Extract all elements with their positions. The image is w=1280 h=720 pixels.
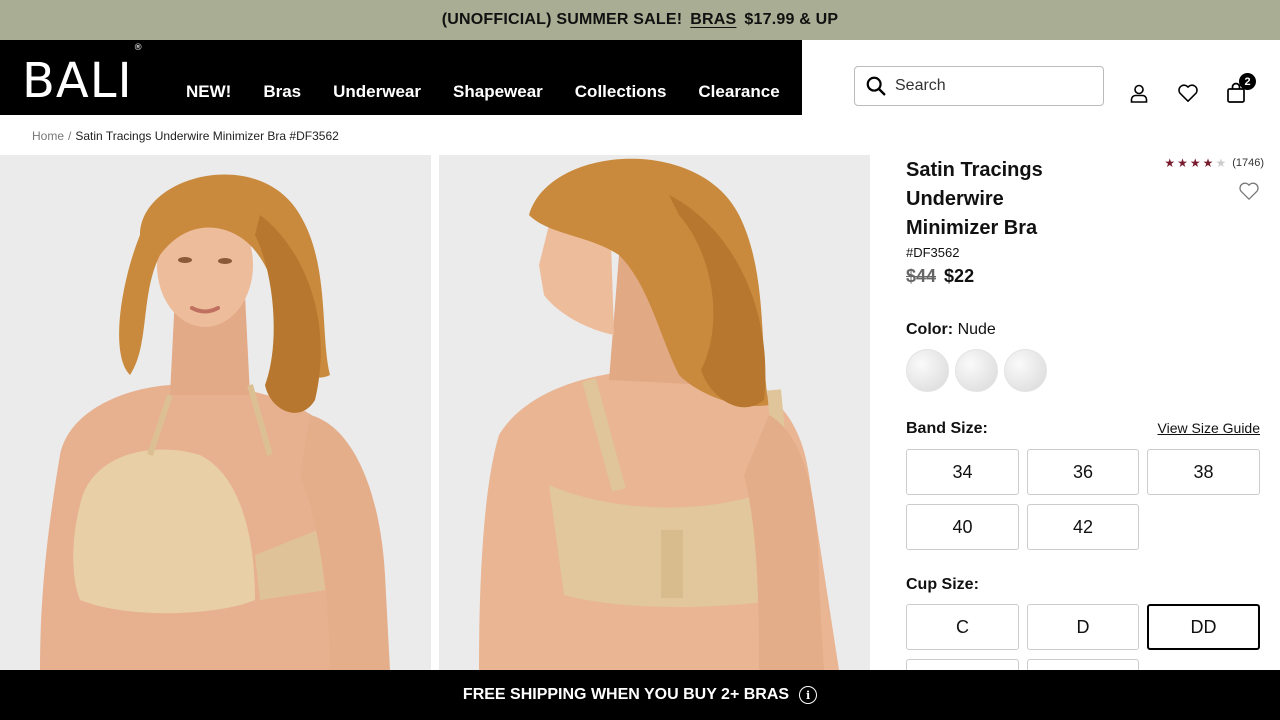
search-input[interactable] bbox=[895, 77, 1075, 95]
product-sku: #DF3562 bbox=[906, 245, 960, 260]
band-size-option[interactable]: 38 bbox=[1147, 449, 1260, 495]
band-size-header: Band Size: View Size Guide bbox=[906, 420, 1260, 438]
promo-banner: (UNOFFICIAL) SUMMER SALE! BRAS $17.99 & … bbox=[0, 0, 1280, 40]
product-image-back[interactable] bbox=[439, 155, 870, 670]
free-shipping-banner: FREE SHIPPING WHEN YOU BUY 2+ BRAS i bbox=[0, 670, 1280, 720]
star-empty-icon: ★ bbox=[1215, 156, 1227, 170]
product-details: Satin Tracings Underwire Minimizer Bra ★… bbox=[906, 155, 1264, 705]
product-wishlist-heart-icon[interactable] bbox=[1238, 181, 1260, 201]
promo-bras-link[interactable]: BRAS bbox=[690, 11, 736, 29]
cart-count-badge: 2 bbox=[1239, 73, 1256, 90]
cup-size-option[interactable]: C bbox=[906, 604, 1019, 650]
free-shipping-text: FREE SHIPPING WHEN YOU BUY 2+ BRAS bbox=[462, 686, 790, 703]
breadcrumb-home[interactable]: Home bbox=[32, 129, 64, 143]
star-icon: ★ bbox=[1177, 156, 1188, 170]
nav-bras[interactable]: Bras bbox=[263, 82, 301, 102]
breadcrumb: Home / Satin Tracings Underwire Minimize… bbox=[32, 129, 339, 143]
product-image-front[interactable] bbox=[0, 155, 431, 670]
star-icon: ★ bbox=[1164, 156, 1176, 170]
price: $44 $22 bbox=[906, 266, 1260, 287]
search-icon bbox=[866, 76, 886, 96]
product-title: Satin Tracings Underwire Minimizer Bra bbox=[906, 159, 1043, 239]
search-box[interactable] bbox=[854, 66, 1104, 106]
nav-links: NEW! Bras Underwear Shapewear Collection… bbox=[186, 82, 812, 102]
nav-underwear[interactable]: Underwear bbox=[333, 82, 421, 102]
price-original: $44 bbox=[906, 266, 937, 286]
breadcrumb-separator: / bbox=[68, 129, 72, 143]
star-icon: ★ bbox=[1202, 156, 1214, 170]
info-icon[interactable]: i bbox=[799, 686, 818, 704]
breadcrumb-current: Satin Tracings Underwire Minimizer Bra #… bbox=[75, 129, 339, 143]
price-sale: $22 bbox=[944, 266, 975, 286]
band-size-options: 34 36 38 40 42 bbox=[906, 449, 1260, 550]
band-size-label: Band Size: bbox=[906, 420, 988, 437]
wishlist-heart-icon[interactable] bbox=[1176, 81, 1200, 105]
color-swatches bbox=[906, 349, 1260, 392]
rating[interactable]: ★ ★ ★ ★ ★ (1746) bbox=[1164, 156, 1264, 170]
nav-new[interactable]: NEW! bbox=[186, 82, 231, 102]
main-nav: BALI® NEW! Bras Underwear Shapewear Coll… bbox=[0, 40, 802, 115]
color-value: Nude bbox=[957, 321, 996, 338]
color-label: Color: Nude bbox=[906, 321, 996, 338]
rating-count: (1746) bbox=[1232, 157, 1264, 169]
star-icon: ★ bbox=[1189, 156, 1201, 170]
cup-size-label: Cup Size: bbox=[906, 576, 979, 593]
header-utilities: 2 bbox=[802, 40, 1280, 115]
band-size-option[interactable]: 42 bbox=[1027, 504, 1139, 550]
promo-price-text: $17.99 & UP bbox=[744, 11, 839, 28]
band-size-option[interactable]: 34 bbox=[906, 449, 1019, 495]
cup-size-option[interactable]: D bbox=[1027, 604, 1139, 650]
nav-collections[interactable]: Collections bbox=[575, 82, 667, 102]
nav-shapewear[interactable]: Shapewear bbox=[453, 82, 543, 102]
color-swatch[interactable] bbox=[1004, 349, 1047, 392]
bali-logo[interactable]: BALI® bbox=[22, 43, 143, 105]
nav-clearance[interactable]: Clearance bbox=[698, 82, 779, 102]
color-swatch[interactable] bbox=[906, 349, 949, 392]
promo-text: (UNOFFICIAL) SUMMER SALE! bbox=[441, 11, 683, 28]
band-size-option[interactable]: 36 bbox=[1027, 449, 1139, 495]
color-swatch[interactable] bbox=[955, 349, 998, 392]
band-size-option[interactable]: 40 bbox=[906, 504, 1019, 550]
cart-bag-icon[interactable]: 2 bbox=[1224, 73, 1256, 105]
size-guide-link[interactable]: View Size Guide bbox=[1158, 420, 1260, 436]
account-icon[interactable] bbox=[1127, 81, 1151, 105]
cup-size-option-selected[interactable]: DD bbox=[1147, 604, 1260, 650]
